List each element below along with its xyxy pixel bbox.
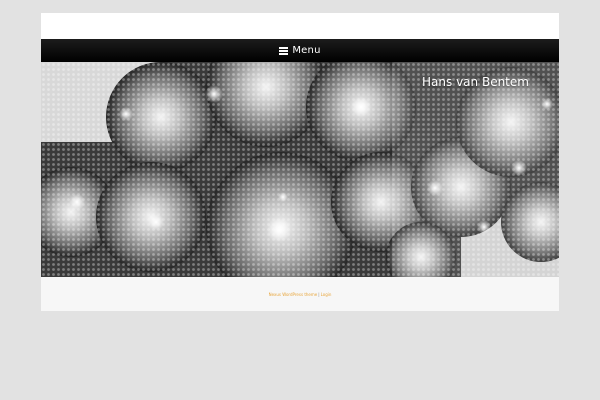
page-container: Menu Hans van Bentem Nexus WordPress the…: [41, 13, 559, 311]
login-link[interactable]: Login: [321, 292, 332, 297]
site-title[interactable]: Hans van Bentem: [392, 75, 559, 89]
menu-label: Menu: [292, 45, 321, 56]
hero-image: Hans van Bentem: [41, 62, 559, 277]
title-overlay: [392, 62, 559, 277]
menu-toggle[interactable]: Menu: [41, 39, 559, 62]
header-strip: [41, 13, 559, 39]
footer: Nexus WordPress theme | Login: [41, 277, 559, 311]
theme-link[interactable]: Nexus WordPress theme: [269, 292, 318, 297]
menu-bars-icon: [279, 46, 289, 55]
footer-separator: |: [318, 291, 320, 297]
